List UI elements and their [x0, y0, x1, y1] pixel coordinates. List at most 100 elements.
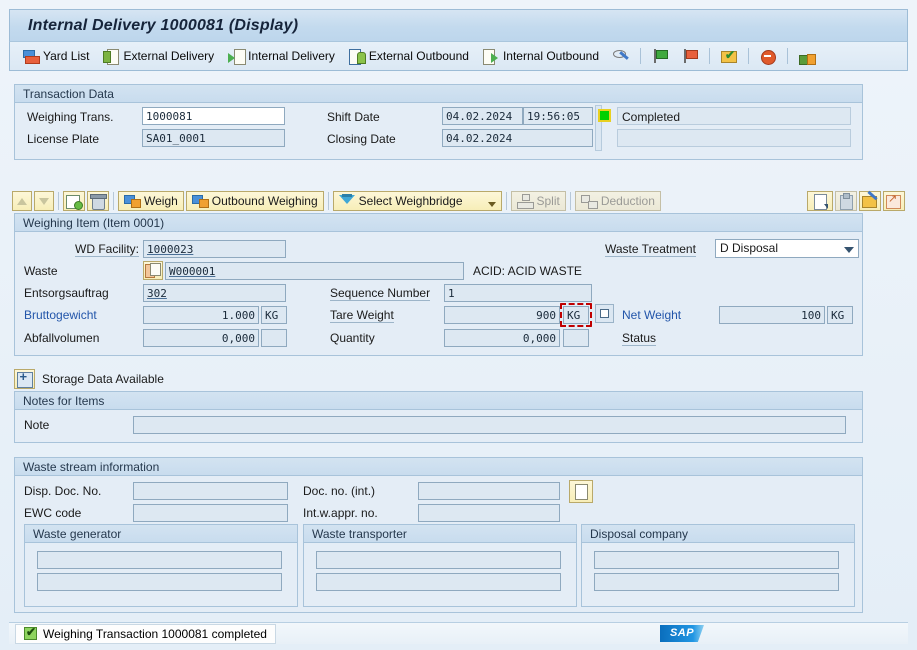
expand-button[interactable] [883, 191, 905, 211]
transaction-data-group: Transaction Data Weighing Trans. License… [14, 84, 863, 160]
toolbar-button-internal-outbound[interactable]: Internal Outbound [476, 45, 606, 67]
toolbar-divider [58, 192, 59, 210]
toolbar-button-stop[interactable] [753, 45, 783, 67]
bruttogewicht-input[interactable] [143, 306, 259, 324]
internal-outbound-icon [482, 48, 499, 65]
disposal-company-line1[interactable] [594, 551, 839, 569]
move-down-button[interactable] [34, 191, 54, 211]
waste-transporter-title: Waste transporter [304, 525, 576, 543]
waste-matchcode-button[interactable] [143, 261, 163, 280]
disposal-company-line2[interactable] [594, 573, 839, 591]
net-weight-unit-input[interactable] [827, 306, 853, 324]
net-weight-label[interactable]: Net Weight [622, 308, 681, 322]
shift-date-input[interactable] [442, 107, 523, 125]
sequence-number-input[interactable] [444, 284, 592, 302]
note-input[interactable] [133, 416, 846, 434]
quantity-input[interactable] [444, 329, 560, 347]
toolbar-divider [709, 48, 711, 64]
wd-facility-input[interactable] [143, 240, 286, 258]
copy-icon [600, 309, 609, 318]
waste-stream-document-button[interactable] [569, 480, 593, 503]
closing-date-input[interactable] [442, 129, 593, 147]
edit-note-icon [862, 194, 878, 209]
abfallvolumen-unit-input[interactable] [261, 329, 287, 347]
tare-weight-input[interactable] [444, 306, 560, 324]
outbound-weigh-truck-icon [191, 194, 209, 209]
weigh-button[interactable]: Weigh [118, 191, 184, 211]
tare-weight-copy-button[interactable] [595, 304, 614, 323]
ewc-code-label: EWC code [24, 506, 82, 520]
toolbar-button-check-document[interactable] [714, 45, 744, 67]
shift-time-input[interactable] [523, 107, 593, 125]
create-item-button[interactable] [63, 191, 85, 211]
page-title: Internal Delivery 1000081 (Display) [28, 16, 299, 34]
toolbar-button-external-outbound[interactable]: External Outbound [342, 45, 476, 67]
weigh-button-label: Weigh [144, 194, 178, 208]
int-w-appr-no-input[interactable] [418, 504, 560, 522]
storage-data-label: Storage Data Available [42, 372, 164, 386]
storage-data-button[interactable] [14, 369, 35, 389]
toolbar-button-yard-list[interactable]: Yard List [16, 45, 96, 67]
tare-weight-label: Tare Weight [330, 308, 394, 323]
new-item-icon [66, 194, 83, 210]
delete-item-button[interactable] [87, 191, 109, 211]
toolbar-button-external-delivery[interactable]: External Delivery [96, 45, 221, 67]
status-message-box: Weighing Transaction 1000081 completed [15, 623, 276, 644]
stop-icon [760, 49, 777, 65]
waste-input[interactable] [165, 262, 464, 280]
sequence-number-label: Sequence Number [330, 286, 431, 301]
dropdown-arrow-icon[interactable] [487, 202, 496, 207]
toolbar-button-green-flag[interactable] [645, 45, 675, 67]
new-document-button[interactable] [807, 191, 833, 211]
note-label: Note [24, 418, 50, 432]
quantity-unit-input[interactable] [563, 329, 589, 347]
deduction-button-label: Deduction [600, 194, 655, 208]
toolbar-divider [640, 48, 642, 64]
waste-generator-line2[interactable] [37, 573, 282, 591]
doc-no-int-input[interactable] [418, 482, 560, 500]
outbound-weighing-button[interactable]: Outbound Weighing [185, 191, 324, 211]
license-plate-input[interactable] [142, 129, 285, 147]
status-text: Completed [622, 110, 681, 124]
disposal-company-title: Disposal company [582, 525, 854, 543]
external-delivery-icon [103, 48, 120, 65]
toolbar-button-red-flag[interactable] [675, 45, 705, 67]
select-weighbridge-button[interactable]: Select Weighbridge [332, 191, 502, 211]
waste-transporter-line1[interactable] [316, 551, 561, 569]
weighbridge-icon [338, 193, 355, 209]
status-bar: Weighing Transaction 1000081 completed [9, 622, 908, 644]
ewc-code-input[interactable] [133, 504, 288, 522]
unlock-icon [799, 49, 817, 65]
disp-doc-no-input[interactable] [133, 482, 288, 500]
trash-icon [90, 193, 107, 210]
waste-generator-line1[interactable] [37, 551, 282, 569]
quantity-label: Quantity [330, 331, 375, 345]
transaction-data-header: Transaction Data [15, 85, 862, 103]
new-document-icon [812, 193, 828, 210]
bruttogewicht-unit-input[interactable] [261, 306, 287, 324]
entsorgsauftrag-input[interactable] [143, 284, 286, 302]
status-badge-icon [598, 109, 611, 122]
deduction-button[interactable]: Deduction [574, 191, 661, 211]
select-weighbridge-button-label: Select Weighbridge [358, 194, 463, 208]
tare-weight-unit-input[interactable] [563, 306, 589, 324]
split-button-label: Split [536, 194, 560, 208]
waste-treatment-select[interactable]: D Disposal [715, 239, 859, 258]
abfallvolumen-input[interactable] [143, 329, 259, 347]
toolbar-button-internal-delivery[interactable]: Internal Delivery [221, 45, 342, 67]
net-weight-input[interactable] [719, 306, 825, 324]
waste-treatment-label: Waste Treatment [605, 242, 696, 257]
split-button[interactable]: Split [510, 191, 566, 211]
weighing-trans-input[interactable] [142, 107, 285, 125]
bruttogewicht-label[interactable]: Bruttogewicht [24, 308, 97, 322]
toolbar-button-unlock[interactable] [792, 45, 822, 67]
chevron-down-icon[interactable] [844, 247, 854, 253]
internal-delivery-icon [228, 48, 247, 65]
clipboard-button[interactable] [835, 191, 857, 211]
toolbar-button-display-change[interactable] [606, 45, 636, 67]
entsorgsauftrag-label: Entsorgsauftrag [24, 286, 109, 300]
move-up-button[interactable] [12, 191, 32, 211]
waste-transporter-line2[interactable] [316, 573, 561, 591]
edit-note-button[interactable] [859, 191, 881, 211]
waste-treatment-value: D Disposal [720, 241, 779, 255]
